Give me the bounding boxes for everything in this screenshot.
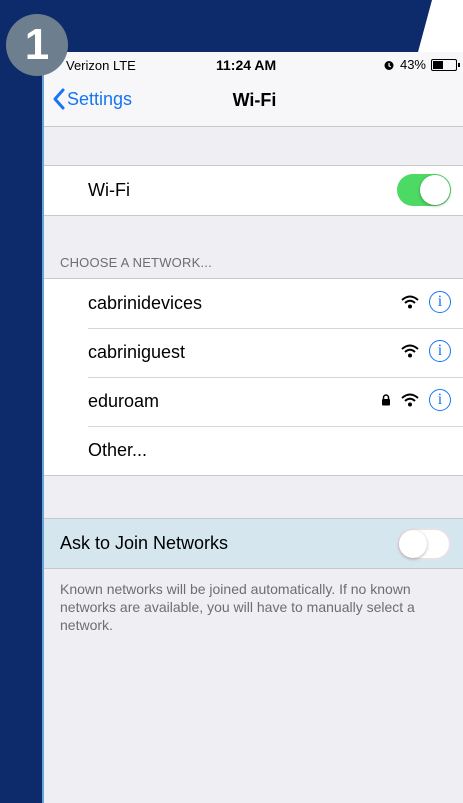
wifi-row: Wi-Fi — [44, 166, 463, 215]
info-icon[interactable]: i — [429, 291, 451, 313]
network-name: cabrinidevices — [88, 293, 203, 313]
wifi-toggle-group: Wi-Fi — [44, 165, 463, 216]
other-network-label: Other... — [88, 440, 148, 460]
ask-to-join-toggle[interactable] — [397, 528, 451, 560]
alarm-icon — [384, 60, 394, 70]
networks-list: cabrinidevices i cabriniguest i eduroam … — [44, 278, 463, 476]
navigation-bar: Settings Wi-Fi — [44, 76, 463, 127]
wifi-signal-icon — [401, 295, 419, 309]
battery-icon — [431, 58, 460, 71]
ask-to-join-label: Ask to Join Networks — [60, 533, 229, 553]
phone-screen: Verizon LTE 11:24 AM 43% Settings Wi-Fi … — [42, 52, 463, 803]
clock: 11:24 AM — [216, 57, 277, 73]
ask-to-join-description: Known networks will be joined automatica… — [60, 581, 415, 633]
section-header-networks: CHOOSE A NETWORK... — [60, 255, 212, 270]
page-title: Wi-Fi — [232, 90, 277, 110]
network-name: cabriniguest — [88, 342, 186, 362]
ask-to-join-group: Ask to Join Networks — [44, 518, 463, 569]
network-row-other[interactable]: Other... — [44, 426, 463, 475]
network-row-cabriniguest[interactable]: cabriniguest i — [44, 328, 463, 377]
info-icon[interactable]: i — [429, 389, 451, 411]
wifi-toggle[interactable] — [397, 174, 451, 206]
battery-percent: 43% — [399, 57, 426, 72]
step-number-badge: 1 — [6, 14, 68, 76]
wifi-signal-icon — [401, 344, 419, 358]
carrier-label: Verizon LTE — [66, 58, 136, 73]
lock-icon — [382, 394, 390, 406]
ask-to-join-row: Ask to Join Networks — [44, 519, 463, 568]
network-name: eduroam — [88, 391, 160, 411]
wifi-label: Wi-Fi — [88, 180, 130, 200]
info-icon[interactable]: i — [429, 340, 451, 362]
status-bar: Verizon LTE 11:24 AM 43% — [44, 52, 463, 76]
network-row-cabrinidevices[interactable]: cabrinidevices i — [44, 279, 463, 328]
network-row-eduroam[interactable]: eduroam i — [44, 377, 463, 426]
wifi-signal-icon — [401, 393, 419, 407]
